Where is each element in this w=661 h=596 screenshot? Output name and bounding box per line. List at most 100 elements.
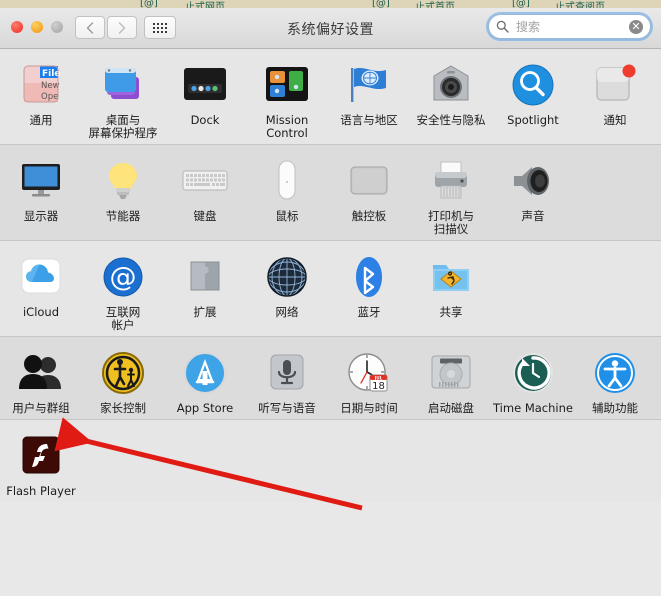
pref-pane-label: 声音 — [522, 210, 545, 223]
pref-pane-dictation-speech[interactable]: 听写与语音 — [246, 347, 328, 415]
pref-pane-mouse[interactable]: 鼠标 — [246, 155, 328, 223]
pref-pane-startup-disk[interactable]: 启动磁盘 — [410, 347, 492, 415]
time-machine-icon — [509, 349, 557, 397]
pref-pane-extensions[interactable]: 扩展 — [164, 251, 246, 319]
preference-panes-grid: File New Ope 通用 桌面与 屏幕保护程序 Dock — [0, 49, 661, 502]
pref-pane-label: Mission Control — [266, 114, 309, 140]
clear-search-button[interactable]: ✕ — [629, 20, 643, 34]
preference-row: Flash Player — [0, 420, 661, 502]
pref-pane-mission-control[interactable]: Mission Control — [246, 59, 328, 140]
pref-pane-label: 共享 — [440, 306, 463, 319]
search-input[interactable] — [514, 19, 629, 35]
preference-row: 显示器 节能器 键盘 鼠标 — [0, 145, 661, 241]
internet-accounts-icon: @ — [99, 253, 147, 301]
pref-pane-label: 互联网 帐户 — [106, 306, 141, 332]
svg-text:Ope: Ope — [41, 92, 58, 102]
pref-pane-icloud[interactable]: iCloud — [0, 251, 82, 319]
printers-scanners-icon — [427, 157, 475, 205]
pref-pane-printers-scanners[interactable]: 打印机与 扫描仪 — [410, 155, 492, 236]
sharing-icon — [427, 253, 475, 301]
pref-pane-parental-controls[interactable]: 家长控制 — [82, 347, 164, 415]
pref-pane-label: 显示器 — [24, 210, 59, 223]
pref-pane-label: iCloud — [23, 306, 59, 319]
pref-pane-security-privacy[interactable]: 安全性与隐私 — [410, 59, 492, 127]
pref-pane-general[interactable]: File New Ope 通用 — [0, 59, 82, 127]
pref-pane-users-groups[interactable]: 用户与群组 — [0, 347, 82, 415]
pref-pane-label: 通用 — [30, 114, 53, 127]
notifications-icon — [591, 61, 639, 109]
preference-row: File New Ope 通用 桌面与 屏幕保护程序 Dock — [0, 49, 661, 145]
mission-control-icon — [263, 61, 311, 109]
desktop-screensaver-icon — [99, 61, 147, 109]
extensions-icon — [181, 253, 229, 301]
pref-pane-trackpad[interactable]: 触控板 — [328, 155, 410, 223]
pref-pane-label: 网络 — [276, 306, 299, 319]
accessibility-icon — [591, 349, 639, 397]
pref-pane-time-machine[interactable]: Time Machine — [492, 347, 574, 415]
app-store-icon — [181, 349, 229, 397]
pref-pane-language-region[interactable]: 语言与地区 — [328, 59, 410, 127]
pref-pane-label: 辅助功能 — [592, 402, 638, 415]
pref-pane-app-store[interactable]: App Store — [164, 347, 246, 415]
pref-pane-label: 语言与地区 — [340, 114, 398, 127]
window-titlebar: 系统偏好设置 ✕ — [0, 8, 661, 49]
pref-pane-label: 打印机与 扫描仪 — [428, 210, 474, 236]
keyboard-icon — [181, 157, 229, 205]
preference-row: iCloud @ 互联网 帐户 扩展 — [0, 241, 661, 337]
pref-pane-label: App Store — [177, 402, 234, 415]
pref-pane-dock[interactable]: Dock — [164, 59, 246, 127]
pref-pane-label: 扩展 — [194, 306, 217, 319]
pref-pane-label: Flash Player — [6, 485, 76, 498]
system-preferences-window: 系统偏好设置 ✕ File New Ope 通用 — [0, 8, 661, 596]
pref-pane-accessibility[interactable]: 辅助功能 — [574, 347, 656, 415]
icloud-icon — [17, 253, 65, 301]
displays-icon — [17, 157, 65, 205]
sound-icon — [509, 157, 557, 205]
network-icon — [263, 253, 311, 301]
flash-player-icon — [17, 432, 65, 480]
svg-text:New: New — [41, 81, 60, 91]
pref-pane-internet-accounts[interactable]: @ 互联网 帐户 — [82, 251, 164, 332]
pref-pane-label: 键盘 — [194, 210, 217, 223]
pref-pane-bluetooth[interactable]: 蓝牙 — [328, 251, 410, 319]
pref-pane-label: 听写与语音 — [258, 402, 316, 415]
pref-pane-label: 日期与时间 — [340, 402, 398, 415]
search-field[interactable]: ✕ — [488, 14, 651, 39]
pref-pane-label: 通知 — [604, 114, 627, 127]
pref-pane-sound[interactable]: 声音 — [492, 155, 574, 223]
date-time-icon: JUL 18 — [345, 349, 393, 397]
pref-pane-desktop-screensaver[interactable]: 桌面与 屏幕保护程序 — [82, 59, 164, 140]
pref-pane-displays[interactable]: 显示器 — [0, 155, 82, 223]
pref-pane-label: 触控板 — [352, 210, 387, 223]
search-icon — [496, 20, 509, 33]
pref-pane-label: 家长控制 — [100, 402, 146, 415]
pref-pane-label: Time Machine — [493, 402, 573, 415]
startup-disk-icon — [427, 349, 475, 397]
pref-pane-label: 安全性与隐私 — [417, 114, 486, 127]
pref-pane-keyboard[interactable]: 键盘 — [164, 155, 246, 223]
preference-row: 用户与群组 家长控制 App Store — [0, 337, 661, 420]
pref-pane-label: 鼠标 — [276, 210, 299, 223]
pref-pane-label: 用户与群组 — [12, 402, 70, 415]
pref-pane-spotlight[interactable]: Spotlight — [492, 59, 574, 127]
spotlight-icon — [509, 61, 557, 109]
pref-pane-label: Spotlight — [507, 114, 559, 127]
pref-pane-label: 蓝牙 — [358, 306, 381, 319]
mouse-icon — [263, 157, 311, 205]
dock-icon — [181, 61, 229, 109]
pref-pane-sharing[interactable]: 共享 — [410, 251, 492, 319]
pref-pane-network[interactable]: 网络 — [246, 251, 328, 319]
pref-pane-label: 启动磁盘 — [428, 402, 474, 415]
pref-pane-label: Dock — [191, 114, 220, 127]
svg-text:@: @ — [110, 262, 137, 293]
security-privacy-icon — [427, 61, 475, 109]
pref-pane-flash-player[interactable]: Flash Player — [0, 430, 82, 498]
pref-pane-notifications[interactable]: 通知 — [574, 59, 656, 127]
dictation-speech-icon — [263, 349, 311, 397]
bluetooth-icon — [345, 253, 393, 301]
general-icon: File New Ope — [17, 61, 65, 109]
pref-pane-energy-saver[interactable]: 节能器 — [82, 155, 164, 223]
pref-pane-label: 桌面与 屏幕保护程序 — [89, 114, 158, 140]
pref-pane-date-time[interactable]: JUL 18 日期与时间 — [328, 347, 410, 415]
pref-pane-label: 节能器 — [106, 210, 141, 223]
